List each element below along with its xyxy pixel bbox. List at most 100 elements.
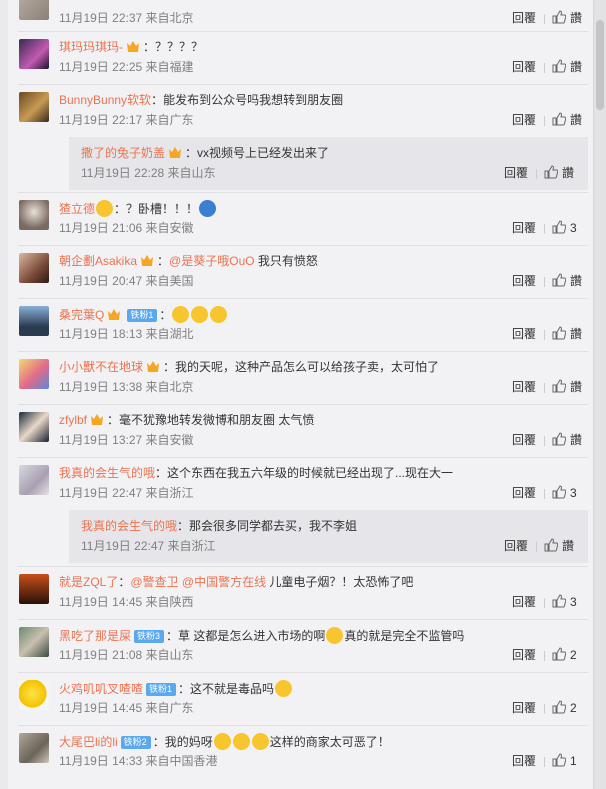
reply-button[interactable]: 回覆: [496, 112, 536, 128]
avatar[interactable]: [19, 733, 49, 763]
reply-button[interactable]: 回覆: [496, 753, 536, 769]
username-link[interactable]: 琪玛玛琪玛-: [59, 40, 123, 54]
username-link[interactable]: 朝企劃Asakika: [59, 254, 137, 268]
comment-text: ：这不就是毒品吗: [178, 682, 275, 696]
comment-text: ：vx视频号上已经发出来了: [185, 146, 330, 160]
reply-button[interactable]: 回覆: [496, 594, 536, 610]
reply-button[interactable]: 回覆: [496, 700, 536, 716]
shocked-emoji-icon: [213, 733, 231, 750]
comment-actions: 回覆 3: [496, 485, 588, 501]
avatar[interactable]: [19, 306, 49, 336]
reply-button[interactable]: 回覆: [496, 326, 536, 342]
like-icon[interactable]: [544, 165, 558, 179]
avatar[interactable]: [19, 92, 49, 122]
username-link[interactable]: 小小獸不在地球: [59, 360, 143, 374]
avatar[interactable]: [19, 412, 49, 442]
avatar[interactable]: [19, 680, 49, 710]
mention-link[interactable]: @警查卫: [130, 575, 178, 589]
comment-text: ：: [159, 308, 172, 322]
comment-meta: 11月19日 22:28 来自山东: [81, 166, 216, 180]
username-link[interactable]: 我真的会生气的哦: [59, 466, 155, 480]
like-icon[interactable]: [552, 10, 566, 24]
like-icon[interactable]: [552, 273, 566, 287]
reply-button[interactable]: 回覆: [496, 485, 536, 501]
mention-link[interactable]: @中国警方在线: [182, 575, 266, 589]
like-icon[interactable]: [552, 700, 566, 714]
comment-item: 桑完葉Q 铁粉1： 11月19日 18:13 来自湖北 回覆 讚: [18, 298, 588, 351]
like-count[interactable]: 1: [566, 753, 588, 769]
reply-button[interactable]: 回覆: [496, 59, 536, 75]
avatar[interactable]: [19, 627, 49, 657]
like-icon[interactable]: [552, 326, 566, 340]
username-link[interactable]: 黑吃了那是屎: [59, 629, 131, 643]
username-link[interactable]: BunnyBunny软软: [59, 93, 151, 107]
reply-button[interactable]: 回覆: [488, 538, 528, 554]
avatar[interactable]: [19, 253, 49, 283]
reply-button[interactable]: 回覆: [496, 220, 536, 236]
like-count[interactable]: 讚: [558, 165, 580, 181]
username-link[interactable]: 撒了的兔子奶盖: [81, 146, 165, 160]
avatar[interactable]: [19, 465, 49, 495]
vertical-scrollbar[interactable]: [593, 0, 606, 789]
comment-actions: 回覆 3: [496, 594, 588, 610]
vip-icon: [169, 147, 182, 158]
comment-actions: 回覆 讚: [496, 432, 588, 448]
avatar[interactable]: [19, 574, 49, 604]
like-icon[interactable]: [552, 112, 566, 126]
comment-item: 大尾巴li的li 铁粉2 ：我的妈呀 这样的商家太可恶了！ 11月19日 14:33 …: [18, 725, 588, 778]
like-count[interactable]: 讚: [566, 432, 588, 448]
username-link[interactable]: 猹立德: [59, 202, 95, 216]
comment-panel: 11月19日 22:37 来自北京 回覆讚 琪玛玛琪玛-：？？？？ 11月19日…: [8, 0, 594, 789]
like-count[interactable]: 2: [566, 647, 588, 663]
like-count[interactable]: 讚: [566, 10, 588, 26]
like-icon[interactable]: [552, 485, 566, 499]
avatar[interactable]: [19, 200, 49, 230]
vip-icon: [108, 309, 121, 320]
like-icon[interactable]: [552, 594, 566, 608]
scrollbar-thumb[interactable]: [596, 20, 604, 110]
like-count[interactable]: 讚: [558, 538, 580, 554]
like-count[interactable]: 讚: [566, 59, 588, 75]
username-link[interactable]: 就是ZQL了: [59, 575, 118, 589]
comment-item: 小小獸不在地球 ：我的天呢，这种产品怎么可以给孩子卖，太可怕了 11月19日 13…: [18, 351, 588, 404]
like-count[interactable]: 讚: [566, 379, 588, 395]
vip-icon: [147, 361, 160, 372]
reply-button[interactable]: 回覆: [496, 432, 536, 448]
mention-link[interactable]: @是葵子哦OuO: [169, 254, 255, 268]
like-count[interactable]: 讚: [566, 326, 588, 342]
like-count[interactable]: 2: [566, 700, 588, 716]
username-link[interactable]: 火鸡叽叽叉喳喳: [59, 682, 143, 696]
like-count[interactable]: 讚: [566, 112, 588, 128]
like-icon[interactable]: [552, 220, 566, 234]
like-icon[interactable]: [552, 432, 566, 446]
like-count[interactable]: 3: [566, 594, 588, 610]
sweat-emoji-icon: [326, 627, 344, 644]
username-link[interactable]: zfylbf: [59, 413, 87, 427]
reply-button[interactable]: 回覆: [496, 647, 536, 663]
like-icon[interactable]: [552, 59, 566, 73]
reply-button[interactable]: 回覆: [488, 165, 528, 181]
like-count[interactable]: 讚: [566, 273, 588, 289]
username-link[interactable]: 我真的会生气的哦: [81, 519, 177, 533]
comment-actions: 回覆 讚: [496, 326, 588, 342]
avatar[interactable]: [19, 359, 49, 389]
like-icon[interactable]: [552, 753, 566, 767]
like-icon[interactable]: [544, 538, 558, 552]
comment-actions: 回覆 讚: [496, 379, 588, 395]
reply-button[interactable]: 回覆: [496, 273, 536, 289]
comment-item: 就是ZQL了：@警查卫 @中国警方在线 儿童电子烟？！太恐怖了吧 11月19日 …: [18, 566, 588, 619]
comment-text: ：？卧槽！！！: [114, 202, 199, 216]
username-link[interactable]: 大尾巴li的li: [59, 735, 118, 749]
like-icon[interactable]: [552, 647, 566, 661]
reply-button[interactable]: 回覆: [496, 10, 536, 26]
like-icon[interactable]: [552, 379, 566, 393]
avatar[interactable]: [19, 0, 49, 20]
username-link[interactable]: 桑完葉Q: [59, 308, 104, 322]
vip-icon: [127, 41, 139, 52]
like-count[interactable]: 3: [566, 220, 588, 236]
like-count[interactable]: 3: [566, 485, 588, 501]
reply-button[interactable]: 回覆: [496, 379, 536, 395]
comment-meta: 11月19日 21:08 来自山东: [59, 648, 194, 662]
avatar[interactable]: [19, 39, 49, 69]
fan-badge: 铁粉2: [120, 736, 151, 749]
